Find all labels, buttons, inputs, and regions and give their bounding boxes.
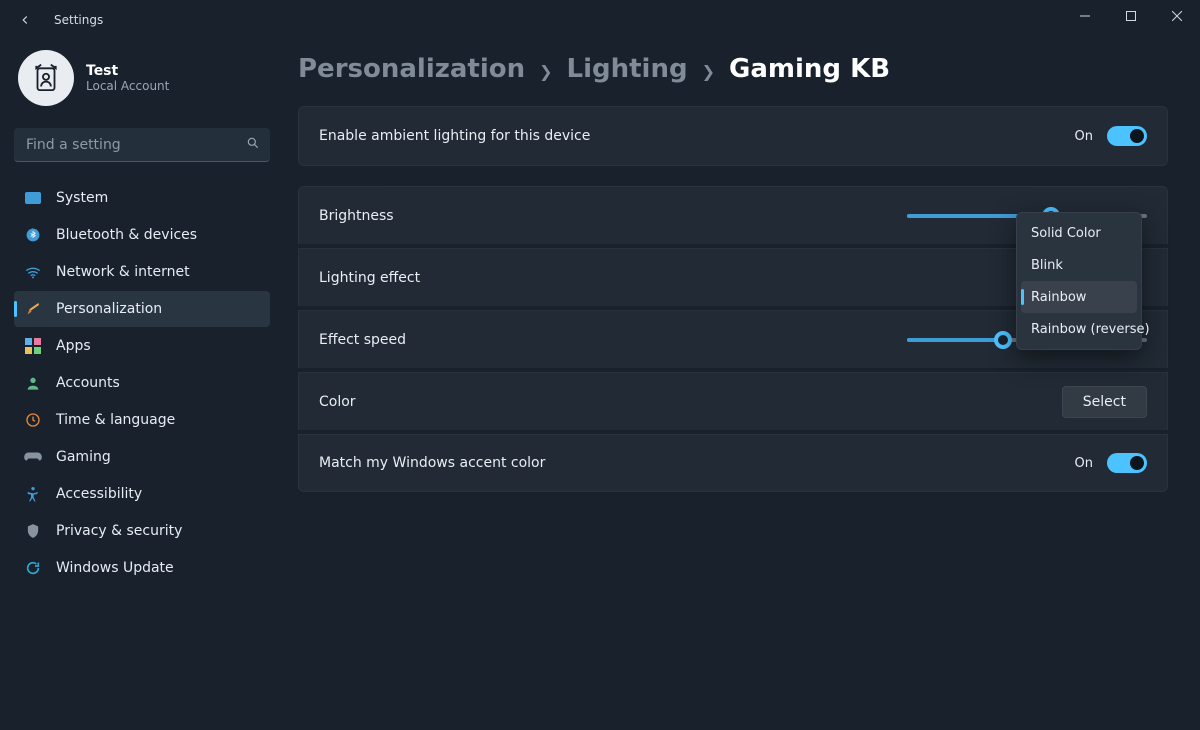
sidebar-item-label: Apps [56,338,91,354]
chevron-right-icon: ❯ [702,58,715,81]
minimize-button[interactable] [1062,0,1108,32]
lighting-effect-dropdown[interactable]: Solid Color Blink Rainbow Rainbow (rever… [1016,212,1142,350]
time-language-icon [24,411,42,429]
dropdown-option-rainbow[interactable]: Rainbow [1021,281,1137,313]
enable-lighting-toggle[interactable]: On [1075,126,1147,146]
sidebar-item-network[interactable]: Network & internet [14,254,270,290]
sidebar-item-bluetooth[interactable]: Bluetooth & devices [14,217,270,253]
sidebar-item-label: Bluetooth & devices [56,227,197,243]
enable-lighting-label: Enable ambient lighting for this device [319,128,590,144]
sidebar-item-label: Privacy & security [56,523,182,539]
color-row: Color Select [298,372,1168,430]
main-content: Personalization ❯ Lighting ❯ Gaming KB E… [280,40,1200,730]
back-button[interactable] [16,11,34,29]
toggle-state-label: On [1075,456,1093,471]
sidebar-item-time-language[interactable]: Time & language [14,402,270,438]
nav-list: System Bluetooth & devices Network & int… [14,180,270,586]
search-box[interactable] [14,128,270,162]
window-controls [1062,0,1200,32]
bluetooth-icon [24,226,42,244]
search-input[interactable] [26,137,236,153]
sidebar: Test Local Account System Bluetooth & de… [0,40,280,730]
brightness-label: Brightness [319,208,559,224]
sidebar-item-label: Gaming [56,449,111,465]
breadcrumb-lighting[interactable]: Lighting [567,54,688,84]
dropdown-option-rainbow-reverse[interactable]: Rainbow (reverse) [1021,313,1137,345]
chevron-right-icon: ❯ [539,58,552,81]
maximize-button[interactable] [1108,0,1154,32]
system-icon [24,189,42,207]
privacy-icon [24,522,42,540]
window-title: Settings [54,13,103,27]
sidebar-item-privacy[interactable]: Privacy & security [14,513,270,549]
breadcrumb: Personalization ❯ Lighting ❯ Gaming KB [298,54,1168,84]
sidebar-item-windows-update[interactable]: Windows Update [14,550,270,586]
enable-lighting-row: Enable ambient lighting for this device … [298,106,1168,166]
sidebar-item-label: Windows Update [56,560,174,576]
profile-name: Test [86,63,169,79]
dropdown-option-solid-color[interactable]: Solid Color [1021,217,1137,249]
close-button[interactable] [1154,0,1200,32]
breadcrumb-personalization[interactable]: Personalization [298,54,525,84]
network-icon [24,263,42,281]
sidebar-item-accounts[interactable]: Accounts [14,365,270,401]
lighting-effect-label: Lighting effect [319,270,559,286]
titlebar: Settings [0,0,1200,40]
color-label: Color [319,394,559,410]
avatar [18,50,74,106]
match-accent-toggle[interactable]: On [1075,453,1147,473]
toggle-state-label: On [1075,129,1093,144]
breadcrumb-current: Gaming KB [729,54,890,84]
effect-speed-label: Effect speed [319,332,559,348]
gaming-icon [24,448,42,466]
match-accent-label: Match my Windows accent color [319,455,545,471]
sidebar-item-label: Network & internet [56,264,190,280]
profile-block[interactable]: Test Local Account [14,50,270,116]
sidebar-item-personalization[interactable]: Personalization [14,291,270,327]
sidebar-item-label: System [56,190,108,206]
select-color-button[interactable]: Select [1062,386,1147,418]
toggle-switch[interactable] [1107,453,1147,473]
sidebar-item-apps[interactable]: Apps [14,328,270,364]
match-accent-row: Match my Windows accent color On [298,434,1168,492]
sidebar-item-label: Accessibility [56,486,142,502]
sidebar-item-label: Time & language [56,412,175,428]
accessibility-icon [24,485,42,503]
profile-subtitle: Local Account [86,79,169,93]
search-icon [246,136,260,154]
apps-icon [24,337,42,355]
dropdown-option-blink[interactable]: Blink [1021,249,1137,281]
accounts-icon [24,374,42,392]
sidebar-item-label: Personalization [56,301,162,317]
sidebar-item-accessibility[interactable]: Accessibility [14,476,270,512]
windows-update-icon [24,559,42,577]
sidebar-item-label: Accounts [56,375,120,391]
sidebar-item-gaming[interactable]: Gaming [14,439,270,475]
sidebar-item-system[interactable]: System [14,180,270,216]
toggle-switch[interactable] [1107,126,1147,146]
personalization-icon [24,300,42,318]
